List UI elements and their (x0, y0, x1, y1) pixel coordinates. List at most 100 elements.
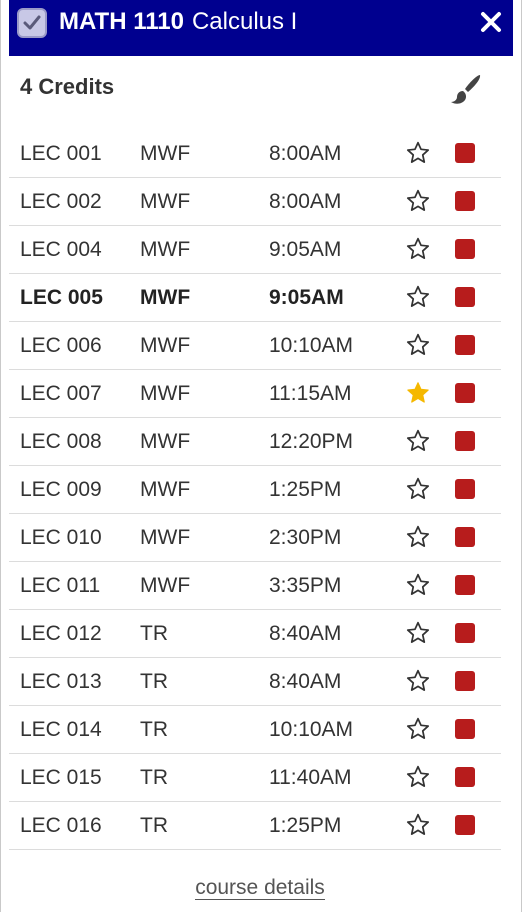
star-icon[interactable] (405, 476, 431, 502)
section-number: LEC 005 (20, 286, 103, 309)
section-time: 8:40AM (269, 670, 342, 693)
section-days: TR (140, 766, 168, 789)
section-number: LEC 002 (20, 190, 102, 213)
section-number: LEC 006 (20, 334, 102, 357)
paintbrush-icon[interactable] (449, 72, 483, 106)
close-icon[interactable] (479, 10, 503, 34)
section-days: MWF (140, 334, 191, 357)
star-icon[interactable] (405, 716, 431, 742)
section-row[interactable]: LEC 002 MWF 8:00AM (9, 178, 501, 226)
section-days: MWF (140, 526, 191, 549)
section-time: 11:40AM (269, 766, 352, 789)
section-time: 1:25PM (269, 814, 342, 837)
color-swatch[interactable] (455, 719, 475, 739)
section-time: 3:35PM (269, 574, 342, 597)
checkmark-icon (23, 15, 41, 30)
section-time: 8:00AM (269, 190, 342, 213)
course-details-link[interactable]: course details (195, 876, 325, 900)
color-swatch[interactable] (455, 479, 475, 499)
section-number: LEC 009 (20, 478, 102, 501)
star-icon[interactable] (405, 188, 431, 214)
star-icon[interactable] (405, 140, 431, 166)
section-days: MWF (140, 574, 191, 597)
section-time: 10:10AM (269, 334, 354, 357)
section-row[interactable]: LEC 001 MWF 8:00AM (9, 130, 501, 178)
star-filled-icon[interactable] (405, 380, 431, 406)
section-row[interactable]: LEC 005 MWF 9:05AM (9, 274, 501, 322)
section-time: 9:05AM (269, 286, 344, 309)
star-icon[interactable] (405, 524, 431, 550)
star-icon[interactable] (405, 572, 431, 598)
section-days: TR (140, 814, 168, 837)
section-time: 12:20PM (269, 430, 354, 453)
section-row[interactable]: LEC 008 MWF 12:20PM (9, 418, 501, 466)
color-swatch[interactable] (455, 671, 475, 691)
section-row[interactable]: LEC 011 MWF 3:35PM (9, 562, 501, 610)
section-number: LEC 008 (20, 430, 102, 453)
section-row[interactable]: LEC 012 TR 8:40AM (9, 610, 501, 658)
star-icon[interactable] (405, 284, 431, 310)
section-number: LEC 014 (20, 718, 102, 741)
section-time: 8:00AM (269, 142, 342, 165)
color-swatch[interactable] (455, 383, 475, 403)
section-days: TR (140, 718, 168, 741)
color-swatch[interactable] (455, 623, 475, 643)
color-swatch[interactable] (455, 527, 475, 547)
section-number: LEC 015 (20, 766, 102, 789)
course-title: MATH 1110 Calculus I (59, 6, 297, 38)
star-icon[interactable] (405, 620, 431, 646)
color-swatch[interactable] (455, 575, 475, 595)
section-days: MWF (140, 238, 191, 261)
section-number: LEC 012 (20, 622, 102, 645)
section-row[interactable]: LEC 016 TR 1:25PM (9, 802, 501, 850)
section-number: LEC 007 (20, 382, 102, 405)
section-days: MWF (140, 286, 191, 309)
color-swatch[interactable] (455, 191, 475, 211)
course-details-container: course details (1, 876, 519, 900)
section-days: MWF (140, 382, 191, 405)
color-swatch[interactable] (455, 767, 475, 787)
star-icon[interactable] (405, 812, 431, 838)
section-number: LEC 011 (20, 574, 101, 597)
course-panel: MATH 1110 Calculus I 4 Credits LEC 001 MWF… (0, 0, 522, 912)
section-time: 2:30PM (269, 526, 342, 549)
section-number: LEC 004 (20, 238, 102, 261)
star-icon[interactable] (405, 428, 431, 454)
section-days: MWF (140, 190, 191, 213)
section-row[interactable]: LEC 006 MWF 10:10AM (9, 322, 501, 370)
section-days: TR (140, 622, 168, 645)
section-row[interactable]: LEC 004 MWF 9:05AM (9, 226, 501, 274)
section-row[interactable]: LEC 014 TR 10:10AM (9, 706, 501, 754)
color-swatch[interactable] (455, 335, 475, 355)
section-days: MWF (140, 430, 191, 453)
section-row[interactable]: LEC 013 TR 8:40AM (9, 658, 501, 706)
star-icon[interactable] (405, 332, 431, 358)
color-swatch[interactable] (455, 143, 475, 163)
section-time: 9:05AM (269, 238, 342, 261)
section-time: 8:40AM (269, 622, 342, 645)
section-row[interactable]: LEC 009 MWF 1:25PM (9, 466, 501, 514)
color-swatch[interactable] (455, 815, 475, 835)
star-icon[interactable] (405, 236, 431, 262)
section-number: LEC 013 (20, 670, 102, 693)
section-time: 1:25PM (269, 478, 342, 501)
color-swatch[interactable] (455, 239, 475, 259)
star-icon[interactable] (405, 764, 431, 790)
section-list: LEC 001 MWF 8:00AM LEC 002 MWF 8:00AM LEC 004 M… (9, 130, 501, 850)
section-number: LEC 010 (20, 526, 102, 549)
color-swatch[interactable] (455, 431, 475, 451)
color-swatch[interactable] (455, 287, 475, 307)
star-icon[interactable] (405, 668, 431, 694)
section-time: 11:15AM (269, 382, 352, 405)
course-code: MATH 1110 (59, 8, 184, 35)
course-checkbox[interactable] (17, 8, 47, 38)
section-row[interactable]: LEC 015 TR 11:40AM (9, 754, 501, 802)
section-number: LEC 016 (20, 814, 102, 837)
section-row[interactable]: LEC 007 MWF 11:15AM (9, 370, 501, 418)
section-time: 10:10AM (269, 718, 354, 741)
section-days: TR (140, 670, 168, 693)
course-header: MATH 1110 Calculus I (9, 0, 513, 56)
course-name: Calculus I (191, 8, 298, 35)
credits-label: 4 Credits (20, 74, 115, 99)
section-row[interactable]: LEC 010 MWF 2:30PM (9, 514, 501, 562)
